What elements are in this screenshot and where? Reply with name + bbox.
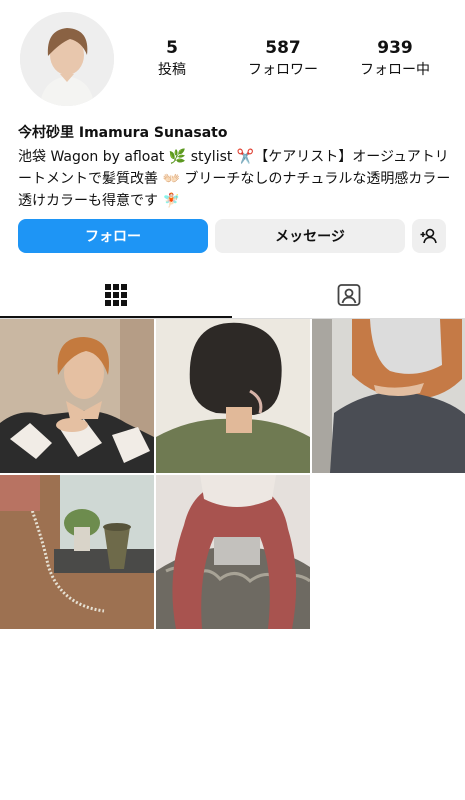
post-tile[interactable] [156,319,310,473]
post-tile[interactable] [156,475,310,629]
post-tile[interactable] [0,475,154,629]
profile-stats: 5 投稿 587 フォロワー 939 フォロー中 [130,38,450,88]
posts-count: 5 [166,38,178,58]
profile-header: 5 投稿 587 フォロワー 939 フォロー中 [0,0,465,120]
profile-tabs [0,272,465,320]
profile-bio: 池袋 Wagon by afloat 🌿 stylist ✂️【ケアリスト】オー… [18,149,451,209]
add-person-icon [420,228,437,244]
grid-icon [105,284,127,306]
profile-photo-icon [20,12,114,106]
following-label: フォロー中 [360,62,430,78]
posts-label: 投稿 [158,62,186,78]
add-person-button[interactable] [412,219,446,253]
tab-grid[interactable] [0,272,232,318]
profile-name: 今村砂里 Imamura Sunasato [18,125,228,141]
stat-followers[interactable]: 587 フォロワー [233,38,333,80]
follow-button[interactable]: フォロー [18,219,208,253]
followers-label: フォロワー [248,62,318,78]
post-photo-5 [156,475,310,629]
following-count: 939 [377,38,413,58]
stat-following[interactable]: 939 フォロー中 [345,38,445,80]
message-button[interactable]: メッセージ [215,219,405,253]
avatar[interactable] [20,12,114,106]
tab-tagged[interactable] [233,272,465,318]
follow-button-label: フォロー [85,229,141,245]
message-button-label: メッセージ [275,229,345,245]
followers-count: 587 [265,38,301,58]
tagged-person-icon [337,284,361,306]
post-photo-3 [312,319,465,473]
post-photo-2 [156,319,310,473]
post-tile[interactable] [312,319,465,473]
post-tile[interactable] [0,319,154,473]
stat-posts[interactable]: 5 投稿 [122,38,222,80]
post-photo-4 [0,475,154,629]
post-photo-1 [0,319,154,473]
